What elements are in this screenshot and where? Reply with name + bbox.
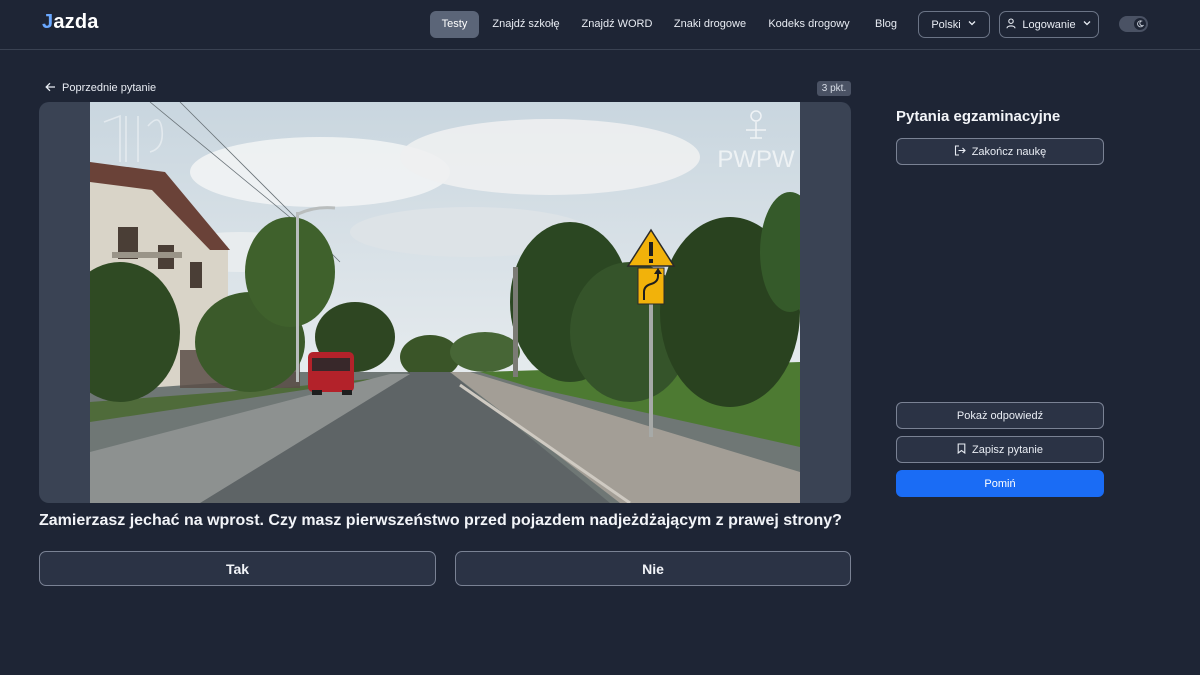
answer-yes-button[interactable]: Tak bbox=[39, 551, 436, 586]
site-logo[interactable]: Jazda bbox=[42, 11, 99, 34]
skip-button[interactable]: Pomiń bbox=[896, 470, 1104, 497]
language-select[interactable]: Polski bbox=[918, 11, 990, 38]
nav-testy[interactable]: Testy bbox=[430, 11, 479, 38]
login-button[interactable]: Logowanie bbox=[999, 11, 1099, 38]
show-answer-button[interactable]: Pokaż odpowiedź bbox=[896, 402, 1104, 429]
chevron-down-icon bbox=[967, 18, 977, 31]
finish-learning-label: Zakończ naukę bbox=[971, 145, 1047, 158]
logo-text: azda bbox=[53, 11, 99, 33]
login-label: Logowanie bbox=[1022, 18, 1076, 31]
road-scene-image: PWPW bbox=[90, 102, 800, 503]
logo-prefix: J bbox=[42, 11, 54, 33]
answer-no-button[interactable]: Nie bbox=[455, 551, 851, 586]
previous-question-link[interactable]: Poprzednie pytanie bbox=[45, 80, 156, 96]
language-label: Polski bbox=[931, 18, 961, 31]
chevron-down-icon bbox=[1082, 18, 1092, 31]
points-badge: 3 pkt. bbox=[817, 81, 851, 96]
top-navbar: Jazda Testy Znajdź szkołę Znajdź WORD Zn… bbox=[0, 0, 1200, 50]
previous-question-label: Poprzednie pytanie bbox=[62, 82, 157, 94]
moon-icon bbox=[1134, 18, 1146, 30]
nav-blog[interactable]: Blog bbox=[868, 11, 904, 38]
pwpw-watermark: PWPW bbox=[717, 146, 795, 173]
finish-learning-button[interactable]: Zakończ naukę bbox=[896, 138, 1104, 165]
theme-toggle[interactable] bbox=[1119, 16, 1148, 32]
save-question-button[interactable]: Zapisz pytanie bbox=[896, 436, 1104, 463]
panel-title: Pytania egzaminacyjne bbox=[896, 108, 1061, 125]
bookmark-icon bbox=[957, 442, 966, 457]
question-media: PWPW bbox=[39, 102, 851, 503]
save-question-label: Zapisz pytanie bbox=[972, 443, 1043, 456]
question-text: Zamierzasz jechać na wprost. Czy masz pi… bbox=[39, 512, 842, 529]
nav-kodeks-drogowy[interactable]: Kodeks drogowy bbox=[764, 11, 854, 38]
show-answer-label: Pokaż odpowiedź bbox=[956, 409, 1044, 422]
nav-znaki-drogowe[interactable]: Znaki drogowe bbox=[668, 11, 752, 38]
exit-icon bbox=[954, 144, 966, 159]
skip-label: Pomiń bbox=[984, 477, 1016, 490]
arrow-left-icon bbox=[45, 82, 56, 95]
user-icon bbox=[1006, 17, 1016, 32]
nav-znajdz-szkole[interactable]: Znajdź szkołę bbox=[486, 11, 566, 38]
nav-znajdz-word[interactable]: Znajdź WORD bbox=[578, 11, 656, 38]
